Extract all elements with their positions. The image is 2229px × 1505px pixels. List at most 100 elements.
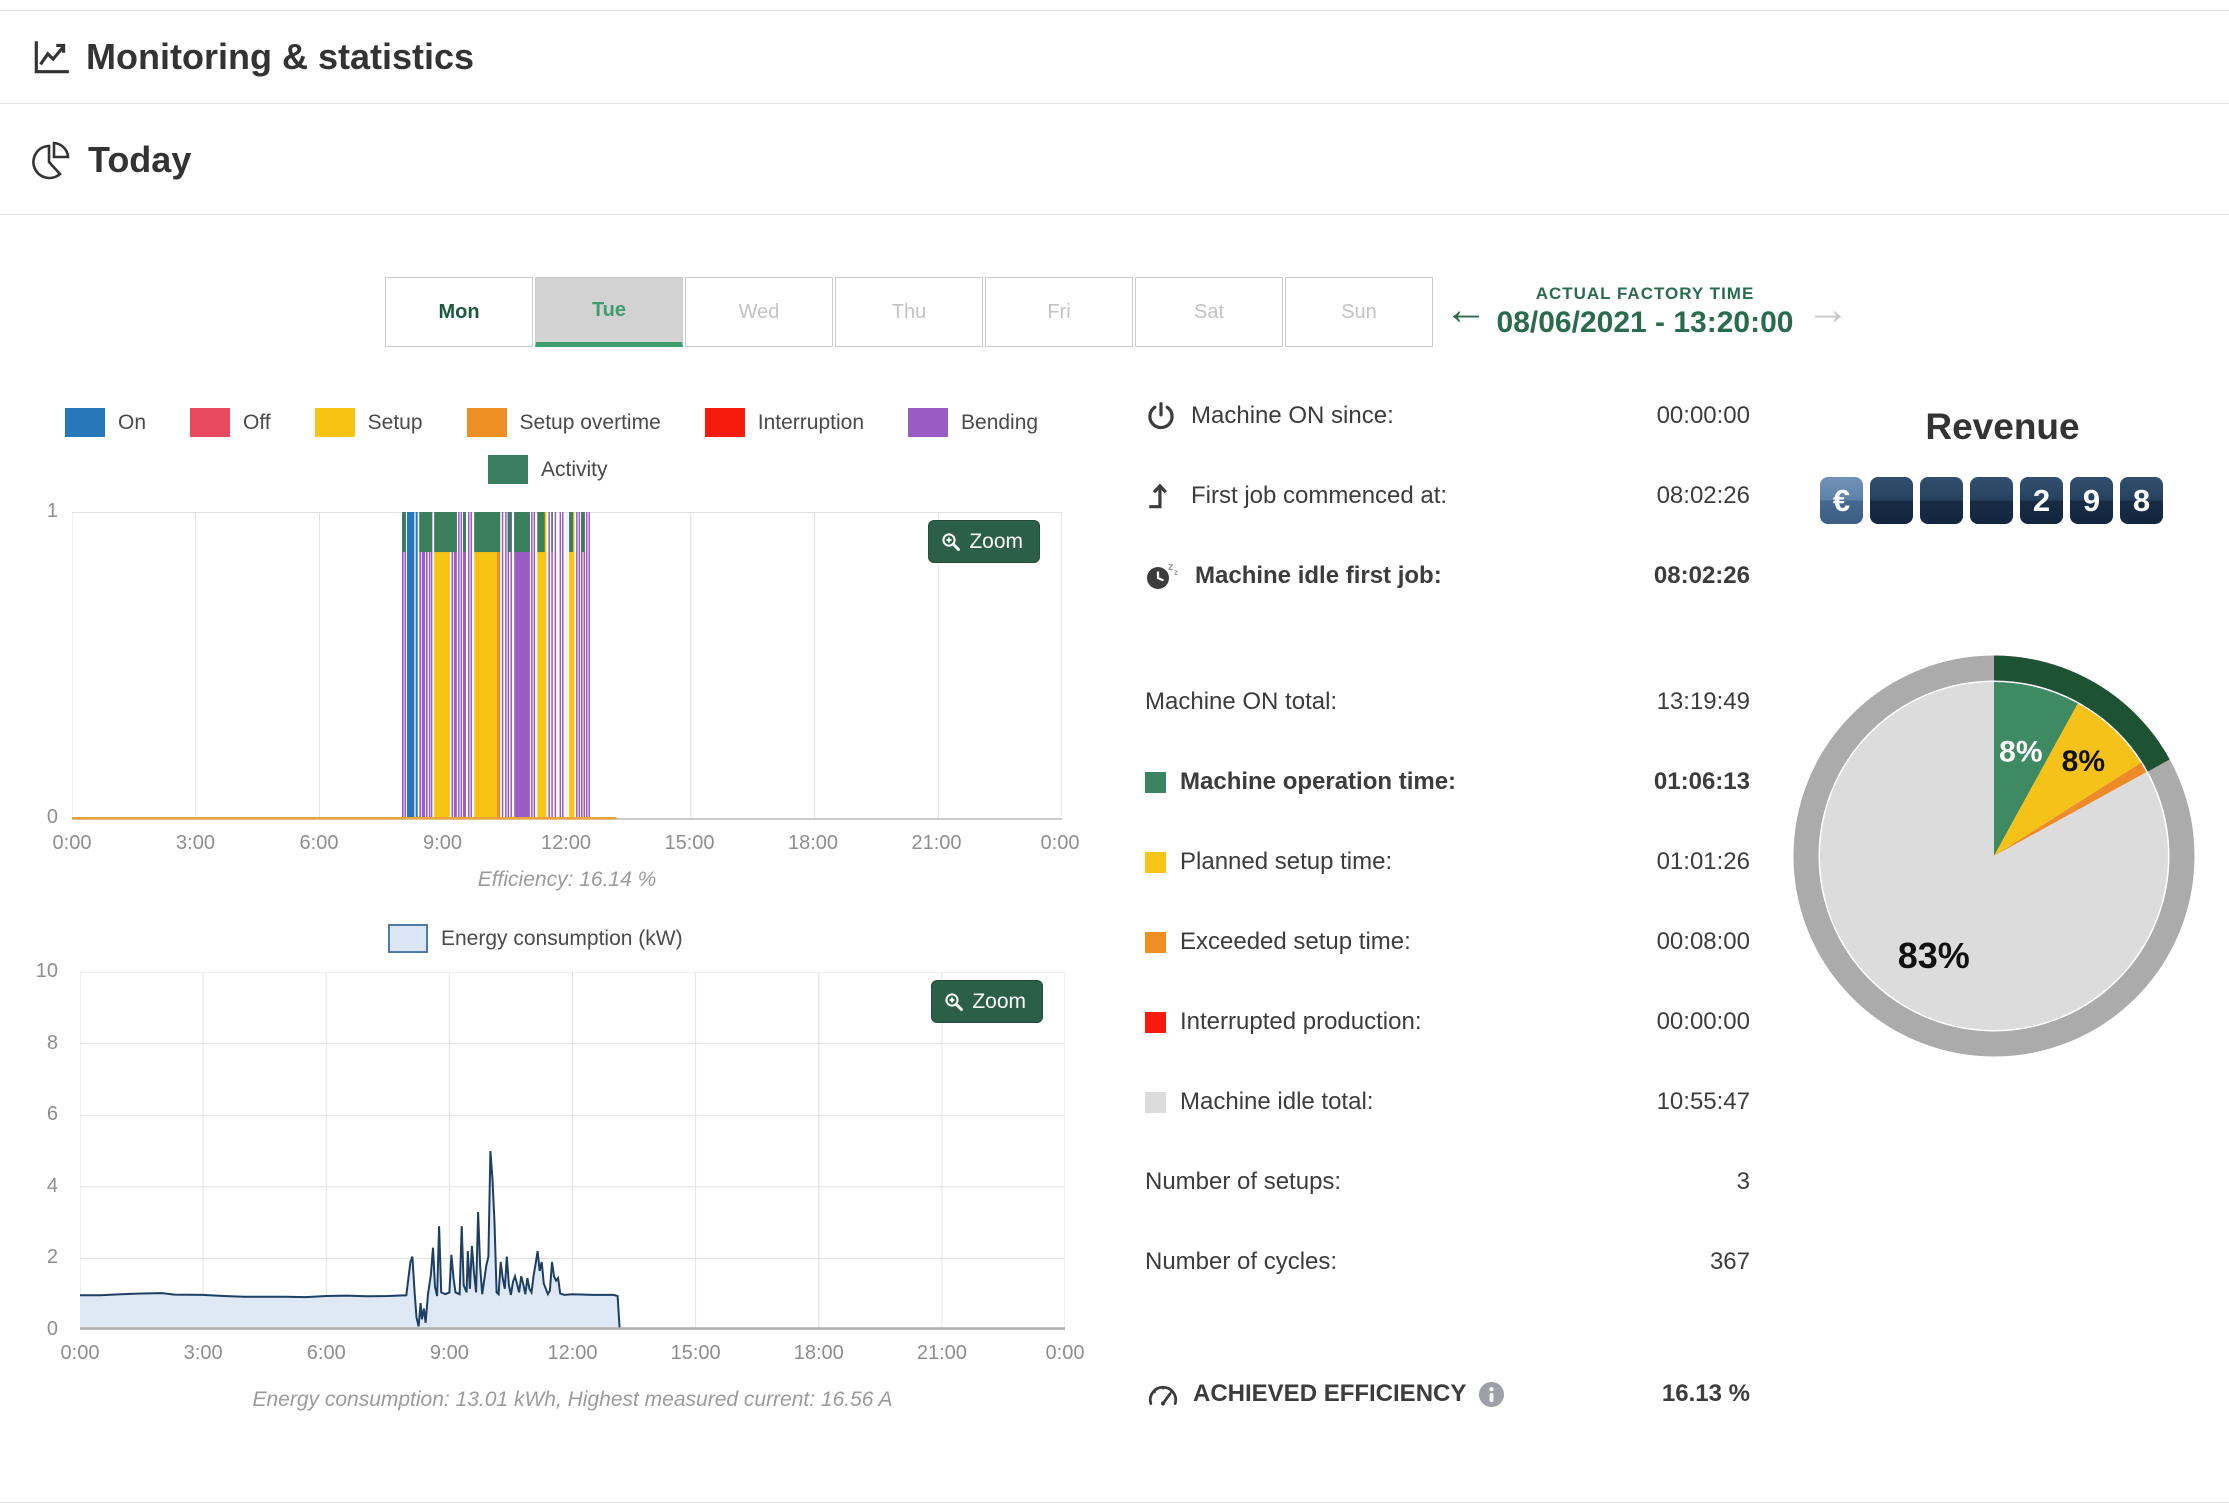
revenue-counter: € 2 9 8 [1820,477,2163,524]
stat-machine-on-total: Machine ON total: 13:19:49 [1145,688,1750,715]
stat-value: 01:01:26 [1656,848,1750,875]
tab-wed[interactable]: Wed [685,277,833,347]
bottom-divider [0,1502,2229,1503]
x-tick-label: 21:00 [911,832,962,854]
x-tick-label: 0:00 [1045,1342,1085,1364]
stat-machine-operation-time: Machine operation time: 01:06:13 [1145,768,1750,796]
first-job-arrow-icon [1145,480,1177,512]
legend-item-off[interactable]: Off [190,408,271,437]
energy-x-axis: 0:00 3:00 6:00 9:00 12:00 15:00 18:00 21:00 0:00 [48,1342,1097,1365]
stat-achieved-efficiency: ACHIEVED EFFICIENCY 16.13 % [1145,1378,1750,1410]
tab-thu[interactable]: Thu [835,277,983,347]
energy-swatch [388,924,428,953]
next-day-arrow-icon[interactable]: → [1806,288,1850,332]
tab-fri[interactable]: Fri [985,277,1133,347]
stat-value: 08:02:26 [1656,482,1750,509]
x-tick-label: 15:00 [664,832,715,854]
stat-value: 00:00:00 [1656,1008,1750,1035]
operation-swatch [1145,771,1166,793]
x-tick-label: 6:00 [306,1342,346,1364]
bending-swatch [908,408,949,437]
x-tick-label: 6:00 [299,832,339,854]
previous-day-arrow-icon[interactable]: ← [1444,288,1488,332]
setup-overtime-swatch [466,408,507,437]
info-icon[interactable] [1478,1381,1505,1408]
setup-swatch [1145,851,1166,873]
x-tick-label: 9:00 [429,1342,469,1364]
stat-value: 3 [1736,1168,1750,1195]
magnifier-plus-icon [944,992,964,1012]
legend-item-setup-overtime[interactable]: Setup overtime [466,408,661,437]
tab-tue[interactable]: Tue [535,277,683,347]
pie-slice-label: 83% [1898,935,1970,976]
on-swatch [65,408,105,437]
titlebar: Monitoring & statistics [0,11,2229,104]
idle-clock-icon: z z [1145,560,1181,592]
stat-machine-idle-first-job: z z Machine idle first job: 08:02:26 [1145,560,1750,592]
revenue-digit [1970,477,2013,524]
stat-value: 13:19:49 [1656,688,1750,715]
svg-text:z: z [1174,568,1178,577]
pie-slice-label: 8% [1999,736,2042,769]
factory-time: ACTUAL FACTORY TIME 08/06/2021 - 13:20:0… [1490,284,1800,340]
stat-value: 10:55:47 [1656,1088,1750,1115]
legend-item-on[interactable]: On [65,408,146,437]
stat-machine-idle-total: Machine idle total: 10:55:47 [1145,1088,1750,1116]
activity-swatch [488,455,528,484]
y-tick-label: 8 [46,1031,58,1054]
x-tick-label: 18:00 [787,832,839,854]
x-tick-label: 0:00 [1040,832,1080,854]
off-swatch [190,408,231,437]
interrupted-swatch [1145,1011,1166,1033]
activity-ymin-label: 0 [46,806,58,828]
activity-legend-row2: Activity [488,455,652,484]
activity-chart-canvas [72,512,1062,820]
x-tick-label: 21:00 [916,1342,967,1364]
tab-sun[interactable]: Sun [1285,277,1433,347]
stat-machine-on-since: Machine ON since: 00:00:00 [1145,400,1750,432]
x-tick-label: 12:00 [547,1342,598,1364]
energy-caption: Energy consumption: 13.01 kWh, Highest m… [252,1388,893,1411]
stat-interrupted-production: Interrupted production: 00:00:00 [1145,1008,1750,1036]
section-header: Today [0,105,2229,215]
energy-zoom-button[interactable]: Zoom [931,980,1043,1023]
y-tick-label: 4 [46,1174,58,1197]
legend-item-setup[interactable]: Setup [314,408,423,437]
x-tick-label: 15:00 [670,1342,721,1364]
factory-time-label: ACTUAL FACTORY TIME [1535,284,1755,303]
activity-x-axis: 0:00 3:00 6:00 9:00 12:00 15:00 18:00 21:00 0:00 [40,832,1092,855]
x-tick-label: 0:00 [60,1342,100,1364]
stat-value: 00:00:00 [1656,402,1750,429]
activity-zoom-button[interactable]: Zoom [928,520,1040,563]
stat-value: 01:06:13 [1653,768,1750,795]
revenue-digit: 8 [2120,477,2163,524]
y-tick-label: 2 [46,1246,58,1269]
x-tick-label: 18:00 [793,1342,844,1364]
legend-item-activity[interactable]: Activity [488,455,608,484]
revenue-digit [1920,477,1963,524]
tab-sat[interactable]: Sat [1135,277,1283,347]
legend-item-energy[interactable]: Energy consumption (kW) [388,924,683,953]
tab-mon[interactable]: Mon [385,277,533,347]
energy-legend: Energy consumption (kW) [388,924,727,953]
y-tick-label: 10 [35,960,58,982]
magnifier-plus-icon [941,532,961,552]
revenue-digit [1870,477,1913,524]
exceeded-swatch [1145,931,1166,953]
stat-value: 08:02:26 [1653,562,1750,589]
stat-value: 367 [1709,1248,1750,1275]
pie-chart-icon [30,138,74,182]
x-tick-label: 0:00 [52,832,92,854]
line-chart-icon [30,36,72,78]
revenue-digit: 2 [2020,477,2063,524]
idle-swatch [1145,1091,1166,1113]
legend-item-interruption[interactable]: Interruption [704,408,864,437]
energy-chart: Zoom [80,972,1065,1330]
interruption-swatch [704,408,745,437]
activity-chart: Zoom [72,512,1062,820]
x-tick-label: 3:00 [176,832,215,854]
power-icon [1145,400,1177,432]
revenue-digit: 9 [2070,477,2113,524]
stat-first-job: First job commenced at: 08:02:26 [1145,480,1750,512]
legend-item-bending[interactable]: Bending [908,408,1038,437]
